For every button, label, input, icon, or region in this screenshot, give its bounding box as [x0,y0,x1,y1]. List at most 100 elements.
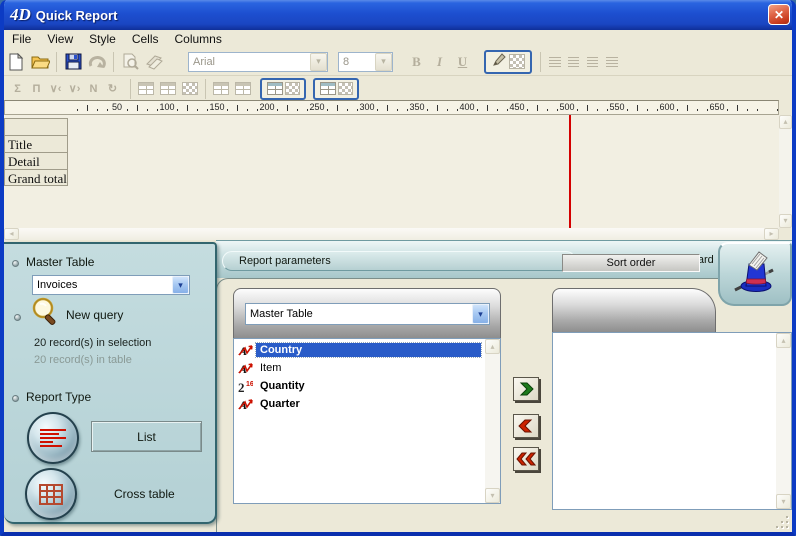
available-fields-list[interactable]: ACountryAItem216QuantityAQuarter ▴ ▾ [233,338,501,504]
insert-column-left-button[interactable] [210,79,232,99]
alternate-row-color-button[interactable] [313,78,359,100]
horizontal-ruler[interactable]: 50100150200250300350400450500550600650 [4,100,779,115]
report-design-area[interactable]: TitleDetailGrand total [4,115,779,228]
ruler-tick [427,109,428,111]
row-header-title[interactable]: Title [4,135,68,152]
align-left-button[interactable] [545,53,564,71]
row-properties-button[interactable] [157,79,179,99]
new-document-icon[interactable] [4,51,28,73]
italic-button[interactable]: I [428,51,451,72]
list-option-label: List [137,430,156,444]
font-size-select[interactable]: 8 ▾ [338,52,393,72]
insert-column-right-button[interactable] [232,79,254,99]
new-query-label[interactable]: New query [66,308,123,322]
menu-item-style[interactable]: Style [81,31,124,47]
remove-from-sort-button[interactable] [513,414,539,438]
fields-panel-header: Master Table ▾ [233,288,501,338]
ruler-tick [257,109,258,111]
list-report-type-button[interactable] [27,412,79,464]
row-header-empty-cell[interactable] [4,118,68,135]
ruler-label: 350 [409,102,424,112]
min-operator-icon[interactable]: ∨‹ [46,80,65,97]
close-button[interactable]: ✕ [768,4,790,25]
fields-table-select[interactable]: Master Table ▾ [245,303,490,325]
remove-all-from-sort-button[interactable] [513,447,539,471]
svg-text:2: 2 [238,380,245,393]
cross-table-option-label[interactable]: Cross table [114,487,175,501]
ruler-tick [197,109,198,111]
field-row-country[interactable]: ACountry [236,341,483,359]
scroll-up-icon[interactable]: ▴ [776,333,791,348]
master-table-select[interactable]: Invoices ▾ [32,275,190,295]
field-row-item[interactable]: AItem [236,359,483,377]
bold-button[interactable]: B [405,51,428,72]
sort-list-scrollbar[interactable]: ▴ ▾ [776,333,791,509]
color-swatch-icon [285,82,300,95]
print-icon[interactable] [142,51,166,73]
alternate-column-color-button[interactable] [260,78,306,100]
sum-operator-icon[interactable]: Σ [8,80,27,97]
menu-item-file[interactable]: File [4,31,39,47]
report-parameters-header: Report parameters [222,251,576,271]
font-family-value: Arial [189,56,310,68]
menu-item-cells[interactable]: Cells [124,31,167,47]
cell-pattern-button[interactable] [179,79,201,99]
print-preview-icon[interactable] [118,51,142,73]
ruler-label: 100 [159,102,174,112]
align-right-icon [587,57,598,67]
underline-button[interactable]: U [451,51,474,72]
row-header-detail[interactable]: Detail [4,152,68,169]
list-option-selected[interactable]: List [91,421,202,452]
fields-list-scrollbar[interactable]: ▴ ▾ [485,339,500,503]
font-family-select[interactable]: Arial ▾ [188,52,328,72]
text-color-button[interactable] [484,50,532,74]
sort-order-header: Sort order [562,254,700,272]
max-operator-icon[interactable]: ∨› [65,80,84,97]
menu-item-columns[interactable]: Columns [167,31,230,47]
scroll-left-icon[interactable]: ◂ [4,228,19,240]
ruler-tick [547,109,548,111]
ruler-label: 450 [509,102,524,112]
open-wizard-button[interactable] [718,242,792,306]
scroll-down-icon[interactable]: ▾ [485,488,500,503]
double-chevron-left-icon [516,451,536,467]
revert-icon[interactable] [85,51,109,73]
add-to-sort-button[interactable] [513,377,539,401]
align-right-button[interactable] [583,53,602,71]
menu-item-view[interactable]: View [39,31,81,47]
ruler-label: 200 [259,102,274,112]
toolbar-separator [540,52,541,72]
table-columns-icon [267,82,283,95]
sort-order-list[interactable]: ▴ ▾ [552,332,792,510]
cross-table-report-type-button[interactable] [25,468,77,520]
design-vertical-scrollbar[interactable]: ▴ ▾ [779,115,792,228]
scroll-down-icon[interactable]: ▾ [776,494,791,509]
std-deviation-operator-icon[interactable]: ↻ [103,80,122,97]
count-operator-icon[interactable]: N [84,80,103,97]
save-icon[interactable] [61,51,85,73]
field-row-quantity[interactable]: 216Quantity [236,377,483,395]
chevron-down-icon: ▾ [472,304,489,324]
window-title: Quick Report [36,8,118,23]
align-justify-button[interactable] [602,53,621,71]
ruler-tick [347,109,348,111]
scroll-down-icon[interactable]: ▾ [779,214,792,228]
new-query-icon[interactable] [30,297,62,336]
align-center-button[interactable] [564,53,583,71]
average-operator-icon[interactable]: Π [27,80,46,97]
row-header-grand-total[interactable]: Grand total [4,169,68,186]
ruler-label: 650 [709,102,724,112]
field-row-quarter[interactable]: AQuarter [236,395,483,413]
cross-table-icon [39,484,63,505]
ruler-tick [277,109,278,111]
title-bar[interactable]: 4D Quick Report ✕ [0,0,796,30]
scroll-right-icon[interactable]: ▸ [764,228,779,240]
design-horizontal-scrollbar[interactable]: ◂ ▸ [4,228,779,240]
column-width-button[interactable] [135,79,157,99]
open-file-icon[interactable] [28,51,52,73]
ruler-tick [727,109,728,111]
sidebar: Master Table Invoices ▾ New query 20 rec… [4,242,217,524]
resize-grip[interactable] [776,516,788,528]
scroll-up-icon[interactable]: ▴ [485,339,500,354]
scroll-up-icon[interactable]: ▴ [779,115,792,129]
